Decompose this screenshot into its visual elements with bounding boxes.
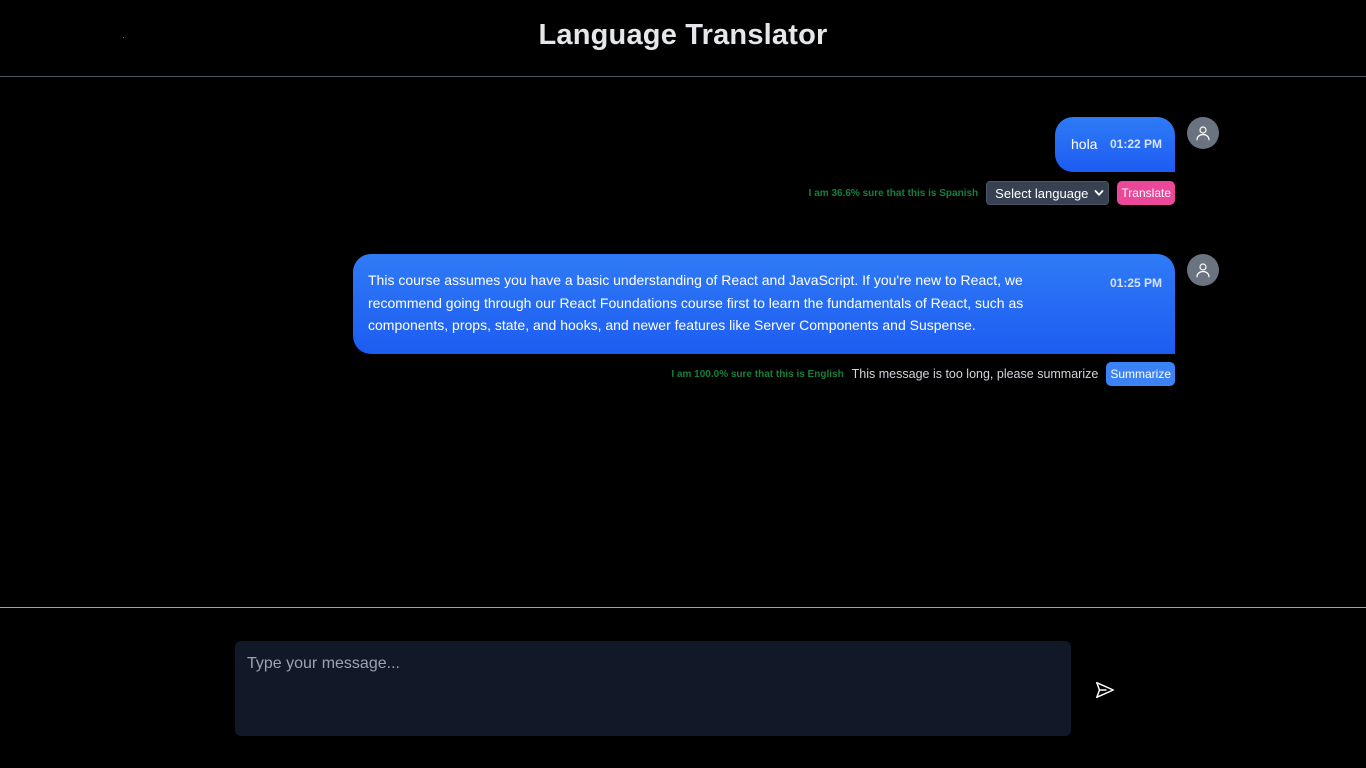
- summarize-button[interactable]: Summarize: [1106, 362, 1175, 386]
- message-text: hola: [1071, 136, 1098, 152]
- message-meta: I am 100.0% sure that this is English Th…: [671, 362, 1175, 386]
- message-time: 01:25 PM: [1110, 276, 1163, 290]
- translate-button[interactable]: Translate: [1117, 181, 1175, 205]
- avatar: [1187, 117, 1219, 149]
- message-input[interactable]: [235, 641, 1071, 736]
- message-bubble: hola 01:22 PM: [1055, 117, 1175, 172]
- too-long-notice: This message is too long, please summari…: [851, 367, 1099, 381]
- message-time: 01:22 PM: [1110, 137, 1163, 151]
- message-meta: I am 36.6% sure that this is Spanish Sel…: [809, 181, 1175, 205]
- message-text: This course assumes you have a basic und…: [368, 272, 1024, 333]
- language-select-value: Select language: [995, 185, 1089, 201]
- user-icon: [1196, 263, 1210, 278]
- language-select[interactable]: Select language: [986, 181, 1110, 205]
- chevron-down-icon: [1095, 190, 1104, 196]
- language-confidence: I am 100.0% sure that this is English: [671, 368, 844, 380]
- message-bubble: This course assumes you have a basic und…: [353, 254, 1175, 354]
- composer: [0, 607, 1366, 768]
- user-icon: [1196, 126, 1210, 141]
- page-title: Language Translator: [538, 18, 828, 51]
- language-confidence: I am 36.6% sure that this is Spanish: [808, 187, 979, 199]
- chat-area: hola 01:22 PM I am 36.6% sure that this …: [0, 78, 1366, 606]
- app-header: Language Translator: [0, 0, 1366, 77]
- send-button[interactable]: [1093, 678, 1117, 702]
- send-icon: [1096, 681, 1114, 699]
- avatar: [1187, 254, 1219, 286]
- decorative-dot: [123, 37, 124, 38]
